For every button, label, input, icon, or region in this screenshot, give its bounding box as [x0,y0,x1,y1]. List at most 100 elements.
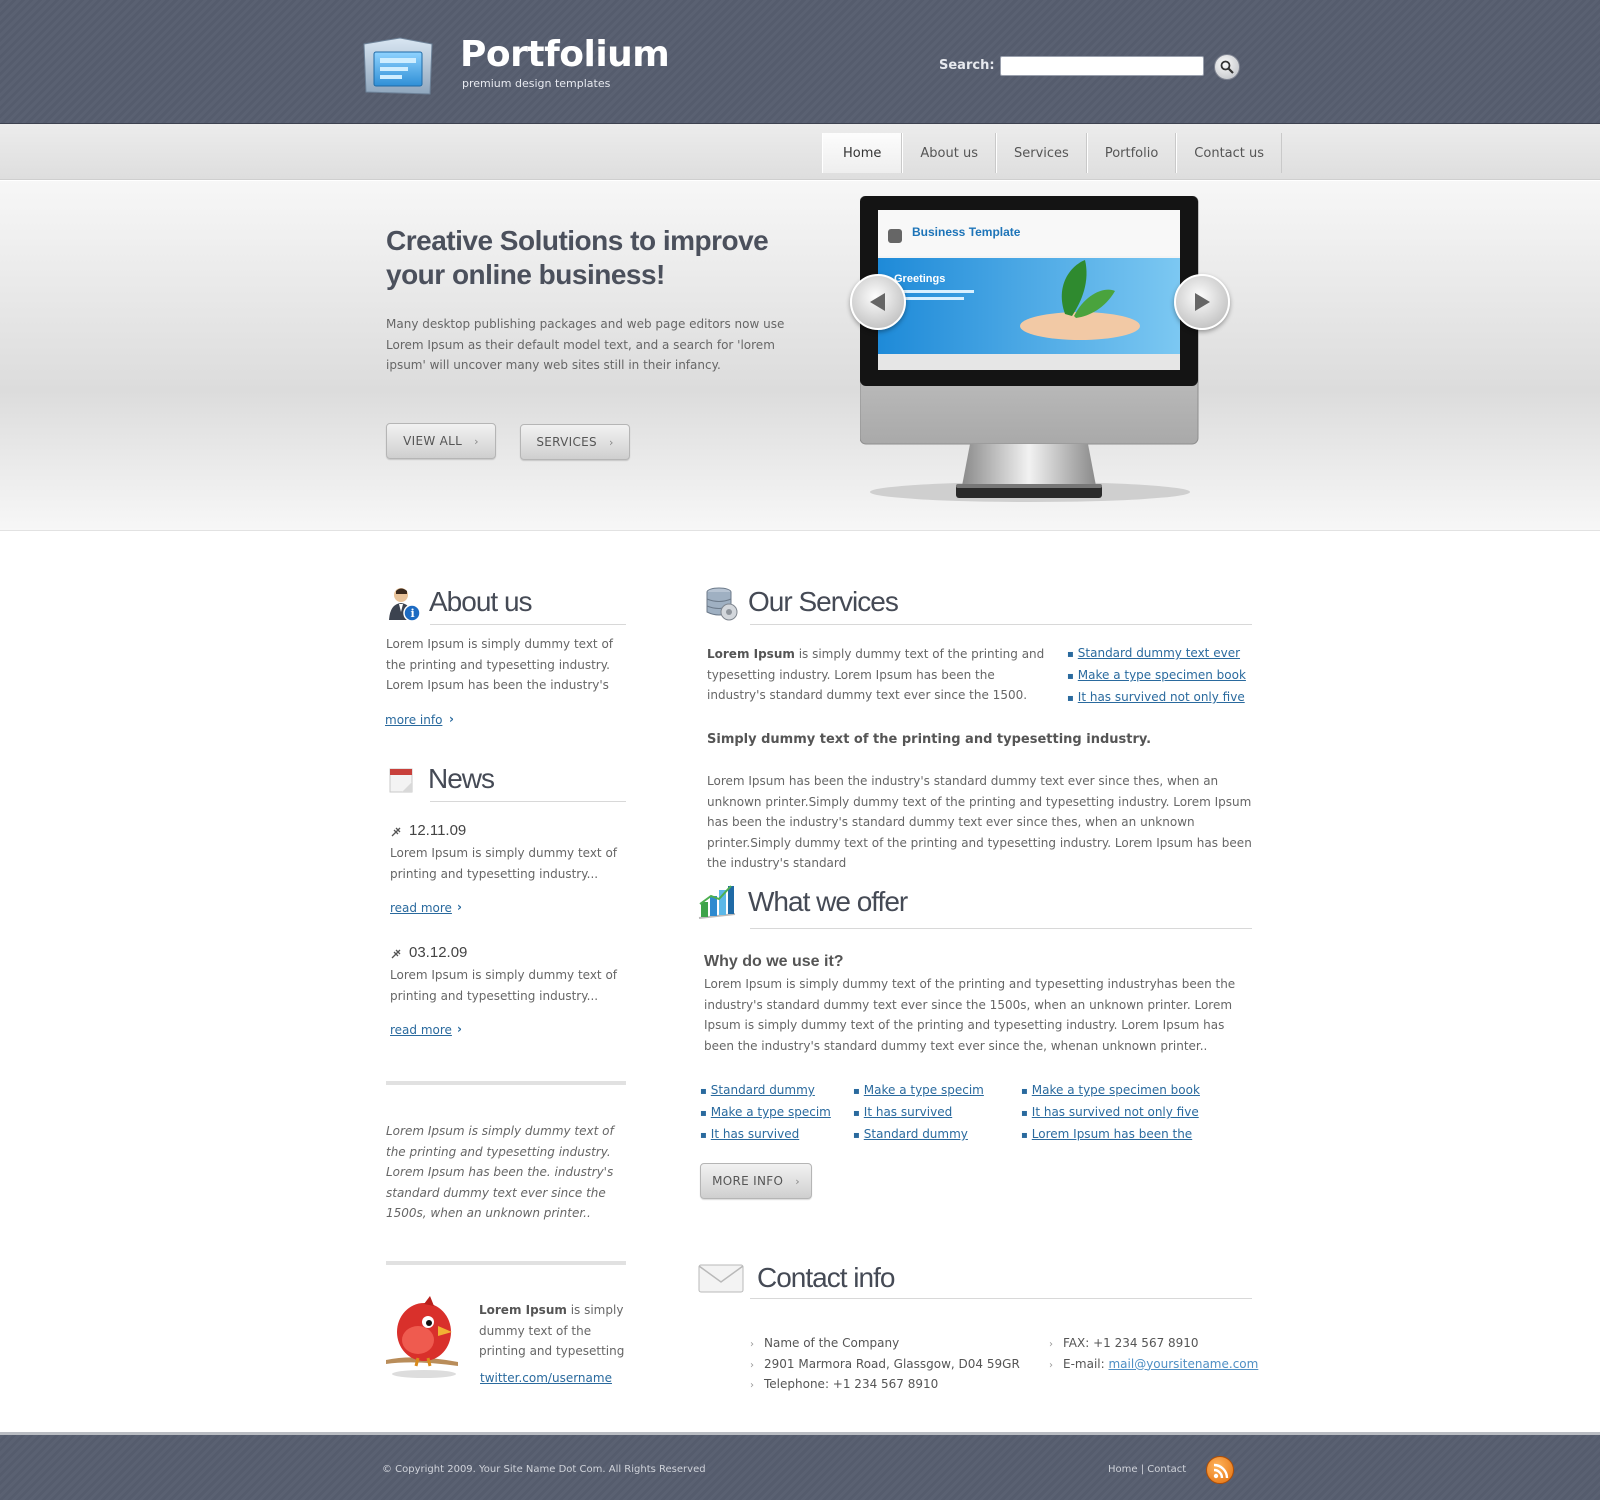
offer-link[interactable]: It has survived [864,1105,952,1119]
services-intro-bold: Lorem Ipsum [707,647,795,661]
logo-title[interactable]: Portfolium [460,34,670,75]
list-item: › FAX: +1 234 567 8910 [1049,1334,1258,1355]
list-item: ▪ Lorem Ipsum has been the [1021,1124,1200,1146]
search-label: Search: [939,58,995,73]
slide-next-button[interactable] [1174,274,1230,330]
divider [750,928,1252,929]
offer-text: Lorem Ipsum is simply dummy text of the … [704,977,1236,1053]
offer-link[interactable]: Standard dummy [711,1083,815,1097]
rss-icon [1213,1463,1229,1479]
list-item: ▪ Make a type specim [853,1080,984,1102]
nav-home[interactable]: Home [822,133,903,173]
magnifier-icon [1220,60,1234,74]
twitter-bold: Lorem Ipsum [479,1303,567,1317]
bullet-icon: ▪ [853,1130,860,1141]
chevron-right-icon: › [457,900,462,914]
bar-chart-icon [698,885,736,919]
company-fax: FAX: +1 234 567 8910 [1063,1336,1199,1350]
news-text: Lorem Ipsum is simply dummy text of prin… [390,968,618,1003]
copyright-text: © Copyright 2009. Your Site Name Dot Com… [382,1464,706,1475]
chevron-right-icon: › [1049,1339,1053,1350]
bullet-icon: ▪ [700,1086,707,1097]
news-read-more-link[interactable]: read more [390,901,452,915]
contact-title: Contact info [757,1262,895,1293]
offer-links-col3: ▪ Make a type specimen book ▪ It has survi… [1021,1080,1200,1146]
offer-links-col1: ▪ Standard dummy ▪ Make a type specim ▪ It … [700,1080,831,1146]
folder-window-icon [363,37,433,95]
divider [386,1261,626,1265]
list-item: ▪ It has survived [853,1102,984,1124]
divider [750,624,1252,625]
more-info-button[interactable]: MORE INFO › [700,1163,812,1199]
bullet-icon: ▪ [853,1108,860,1119]
header [0,0,1600,124]
bullet-icon: ▪ [700,1108,707,1119]
news-read-more-link[interactable]: read more [390,1023,452,1037]
list-item: › Name of the Company [750,1334,1020,1355]
chevron-right-icon: › [474,434,479,448]
contact-list-right: › FAX: +1 234 567 8910 › E-mail: mail@your… [1049,1334,1258,1375]
view-all-button[interactable]: VIEW ALL › [386,423,496,459]
news-date: 03.12.09 [409,944,468,961]
list-item: › 2901 Marmora Road, Glassgow, D04 59GR [750,1355,1020,1376]
nav-about-us[interactable]: About us [902,133,996,173]
footer-contact-link[interactable]: Contact [1147,1464,1186,1475]
list-item: › E-mail: mail@yoursitename.com [1049,1355,1258,1376]
list-item: ▪ Make a type specimen book [1021,1080,1200,1102]
offer-link[interactable]: Make a type specimen book [1032,1083,1200,1097]
services-button[interactable]: SERVICES › [520,424,630,460]
nav-portfolio[interactable]: Portfolio [1086,133,1177,173]
screen-brand: Business Template [912,225,1021,239]
list-item: ▪ It has survived [700,1124,831,1146]
arrow-right-icon [1195,293,1210,311]
chevron-right-icon: › [750,1339,754,1350]
logo-subtitle: premium design templates [462,77,611,90]
offer-link[interactable]: Lorem Ipsum has been the [1032,1127,1192,1141]
list-item: ▪ Standard dummy [853,1124,984,1146]
offer-link[interactable]: Make a type specim [864,1083,984,1097]
search-input[interactable] [1000,56,1204,76]
list-item: › Telephone: +1 234 567 8910 [750,1375,1020,1396]
chevron-right-icon: › [750,1380,754,1391]
services-link[interactable]: It has survived not only five [1078,690,1245,704]
list-item: ▪ It has survived not only five [1021,1102,1200,1124]
email-link[interactable]: mail@yoursitename.com [1108,1357,1258,1371]
services-link[interactable]: Make a type specimen book [1078,668,1246,682]
divider [386,1081,626,1085]
more-info-label: MORE INFO [712,1174,784,1188]
chevron-right-icon: › [449,712,454,726]
divider [750,1298,1252,1299]
offer-link[interactable]: Make a type specim [711,1105,831,1119]
nav-services[interactable]: Services [995,133,1087,173]
chevron-right-icon: › [608,435,614,449]
about-title: About us [429,586,533,617]
footer-home-link[interactable]: Home [1108,1464,1138,1475]
pin-icon [391,827,401,837]
footer-links: Home | Contact [1108,1464,1186,1475]
services-link[interactable]: Standard dummy text ever [1078,646,1240,660]
about-text: Lorem Ipsum is simply dummy text of the … [386,637,614,692]
database-icon [706,587,738,621]
bullet-icon: ▪ [853,1086,860,1097]
twitter-link[interactable]: twitter.com/username [480,1371,612,1385]
about-more-info-link[interactable]: more info [385,713,442,727]
screen-greeting: Greetings [894,273,945,285]
news-text: Lorem Ipsum is simply dummy text of prin… [390,846,618,881]
rss-button[interactable] [1206,1456,1234,1484]
search-button[interactable] [1214,54,1240,80]
hero-text: Many desktop publishing packages and web… [386,317,785,372]
list-item: ▪ It has survived not only five [1067,687,1246,709]
company-telephone: Telephone: +1 234 567 8910 [764,1377,939,1391]
bullet-icon: ▪ [700,1130,707,1141]
nav-contact-us[interactable]: Contact us [1176,133,1283,173]
view-all-label: VIEW ALL [403,434,463,448]
hero-title: Creative Solutions to improve your onlin… [386,225,769,290]
company-address: 2901 Marmora Road, Glassgow, D04 59GR [764,1356,1020,1371]
offer-link[interactable]: It has survived [711,1127,799,1141]
chevron-right-icon: › [795,1174,800,1188]
slide-prev-button[interactable] [850,274,906,330]
chevron-right-icon: › [750,1359,754,1371]
offer-link[interactable]: It has survived not only five [1032,1105,1199,1119]
offer-link[interactable]: Standard dummy [864,1127,968,1141]
services-label: SERVICES [536,435,597,449]
